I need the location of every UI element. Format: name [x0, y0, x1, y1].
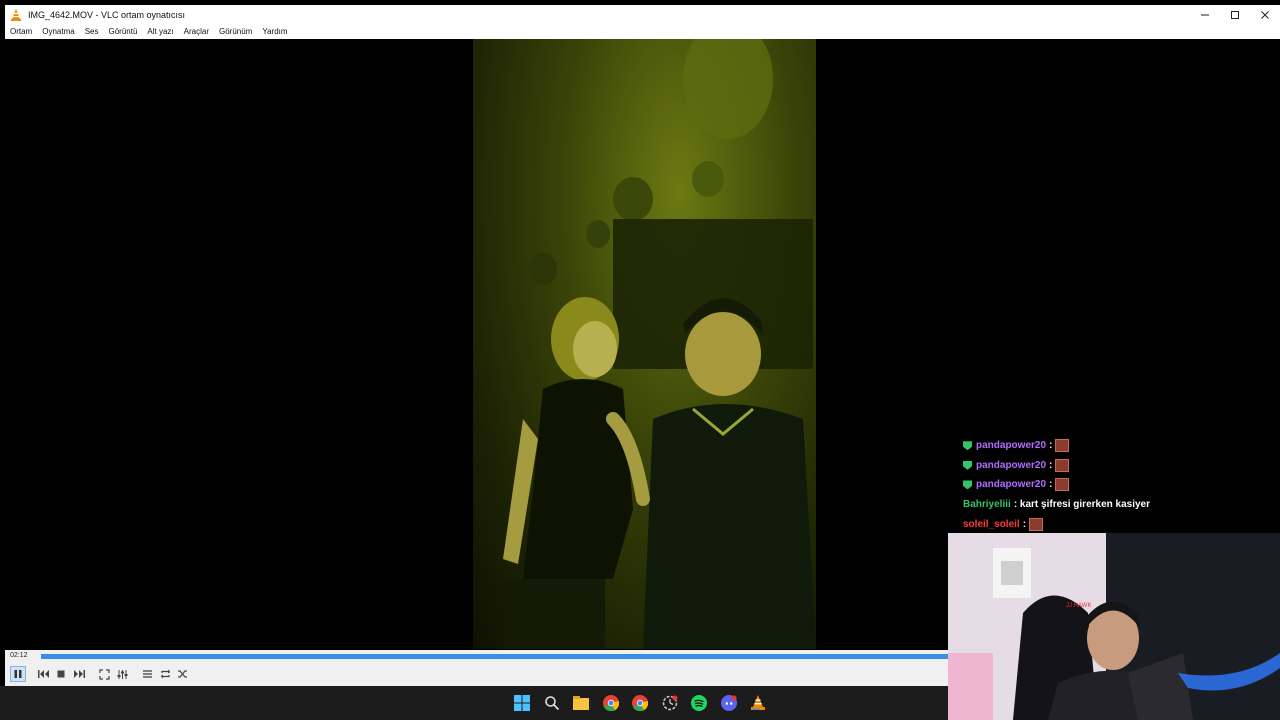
subscriber-badge-icon	[963, 441, 972, 451]
webcam-feed: JJ HAWK	[948, 533, 1280, 720]
next-button[interactable]	[71, 666, 87, 682]
chat-username: soleil_soleil	[963, 518, 1020, 530]
stop-button[interactable]	[53, 666, 69, 682]
chat-message: pandapower20:	[963, 436, 1280, 456]
video-scene	[503, 39, 816, 649]
chat-username: Bahriyeliii	[963, 499, 1011, 511]
menu-gorunum[interactable]: Görünüm	[214, 25, 257, 39]
extended-settings-button[interactable]	[114, 666, 130, 682]
subscriber-badge-icon	[963, 460, 972, 470]
discord-icon[interactable]	[720, 694, 738, 712]
spotify-icon[interactable]	[690, 694, 708, 712]
vlc-icon[interactable]	[749, 694, 767, 712]
windows-start-icon[interactable]	[513, 694, 531, 712]
taskbar	[0, 686, 948, 720]
fullscreen-button[interactable]	[96, 666, 112, 682]
menu-goruntu[interactable]: Görüntü	[104, 25, 143, 39]
pause-button[interactable]	[10, 666, 26, 682]
stop-icon	[57, 670, 65, 678]
seek-bar[interactable]	[41, 654, 948, 659]
menu-araclar[interactable]: Araçlar	[179, 25, 214, 39]
player-controls: 02:12	[5, 650, 948, 686]
close-icon	[1261, 11, 1269, 19]
chair-brand-text: JJ HAWK	[1066, 603, 1091, 609]
clock-app-icon[interactable]	[661, 694, 679, 712]
chat-text: : kart şifresi girerken kasiyer	[1013, 499, 1151, 511]
playlist-button[interactable]	[139, 666, 155, 682]
control-buttons	[5, 664, 948, 684]
maximize-button[interactable]	[1220, 5, 1250, 25]
chrome-alt-icon[interactable]	[631, 694, 649, 712]
file-explorer-icon[interactable]	[572, 694, 590, 712]
chat-emote-icon	[1055, 478, 1070, 492]
window-controls	[1190, 5, 1280, 25]
chat-username: pandapower20	[976, 440, 1047, 452]
chat-message: pandapower20:	[963, 475, 1280, 495]
video-frame	[473, 39, 816, 649]
minimize-button[interactable]	[1190, 5, 1220, 25]
chrome-icon[interactable]	[602, 694, 620, 712]
menu-yardim[interactable]: Yardım	[257, 25, 292, 39]
chat-message: pandapower20:	[963, 456, 1280, 476]
equalizer-icon	[117, 669, 127, 679]
chat-message: Bahriyeliii: kart şifresi girerken kasiy…	[963, 495, 1280, 515]
previous-button[interactable]	[36, 666, 52, 682]
playlist-icon	[142, 670, 152, 678]
chat-text: :	[1049, 459, 1053, 471]
maximize-icon	[1231, 11, 1239, 19]
chat-message: soleil_soleil:	[963, 514, 1280, 534]
chat-emote-icon	[1029, 517, 1044, 531]
menu-ses[interactable]: Ses	[80, 25, 104, 39]
chat-text: :	[1049, 479, 1053, 491]
chat-emote-icon	[1055, 458, 1070, 472]
shuffle-icon	[177, 670, 187, 678]
chat-emote-icon	[1055, 439, 1070, 453]
fullscreen-icon	[98, 668, 110, 680]
shuffle-button[interactable]	[174, 666, 190, 682]
vlc-screen: IMG_4642.MOV - VLC ortam oynatıcısı Orta…	[0, 0, 1280, 720]
previous-icon	[38, 670, 49, 678]
webcam-scene: JJ HAWK	[948, 533, 1280, 720]
window-title: IMG_4642.MOV - VLC ortam oynatıcısı	[28, 10, 186, 20]
chat-text: :	[1022, 518, 1027, 530]
close-button[interactable]	[1250, 5, 1280, 25]
menu-alt-yazi[interactable]: Alt yazı	[142, 25, 178, 39]
loop-icon	[160, 669, 170, 679]
vlc-cone-icon	[11, 9, 21, 21]
seek-bar-fill	[41, 654, 948, 659]
title-bar: IMG_4642.MOV - VLC ortam oynatıcısı	[5, 5, 1280, 25]
menu-bar: Ortam Oynatma Ses Görüntü Alt yazı Araçl…	[5, 25, 1280, 39]
chat-text: :	[1049, 440, 1053, 452]
vlc-active-indicator	[752, 708, 760, 710]
elapsed-time: 02:12	[10, 652, 28, 659]
minimize-icon	[1201, 14, 1209, 16]
chat-username: pandapower20	[976, 459, 1047, 471]
loop-button[interactable]	[157, 666, 173, 682]
search-icon[interactable]	[543, 694, 561, 712]
menu-ortam[interactable]: Ortam	[5, 25, 37, 39]
subscriber-badge-icon	[963, 480, 972, 490]
chat-username: pandapower20	[976, 479, 1047, 491]
pause-icon	[14, 670, 22, 678]
menu-oynatma[interactable]: Oynatma	[37, 25, 79, 39]
next-icon	[74, 670, 85, 678]
